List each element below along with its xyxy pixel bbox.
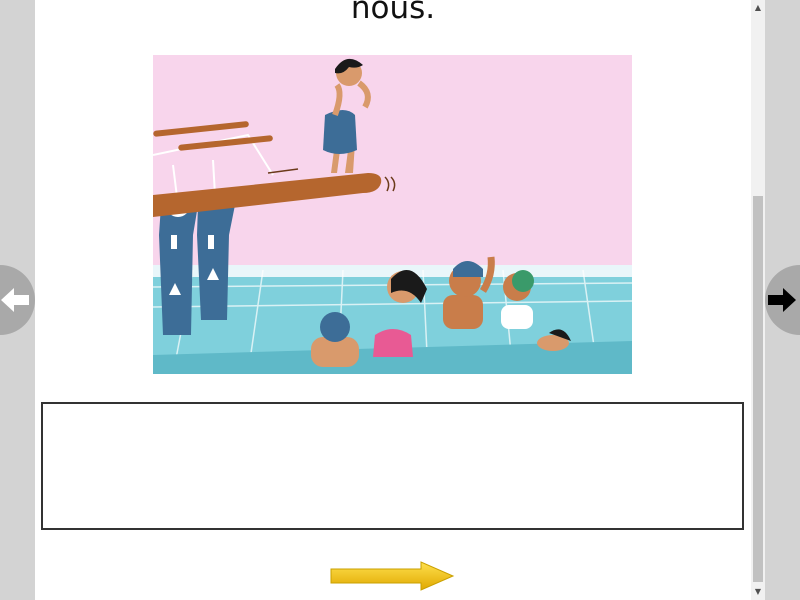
page-heading: nous. — [350, 0, 436, 26]
scroll-up-arrow-icon[interactable]: ▲ — [751, 0, 765, 16]
next-page-button[interactable] — [765, 265, 800, 335]
diving-pool-illustration — [153, 55, 632, 374]
vertical-scrollbar[interactable]: ▲ ▼ — [751, 0, 765, 600]
right-arrow-icon — [768, 288, 796, 312]
previous-page-button[interactable] — [0, 265, 35, 335]
left-arrow-icon — [1, 288, 29, 312]
yellow-right-arrow-icon[interactable] — [329, 560, 457, 592]
page-content: nous. — [35, 0, 751, 600]
answer-text-box[interactable] — [41, 402, 744, 530]
scrollbar-thumb[interactable] — [753, 196, 763, 582]
scroll-down-arrow-icon[interactable]: ▼ — [751, 584, 765, 600]
